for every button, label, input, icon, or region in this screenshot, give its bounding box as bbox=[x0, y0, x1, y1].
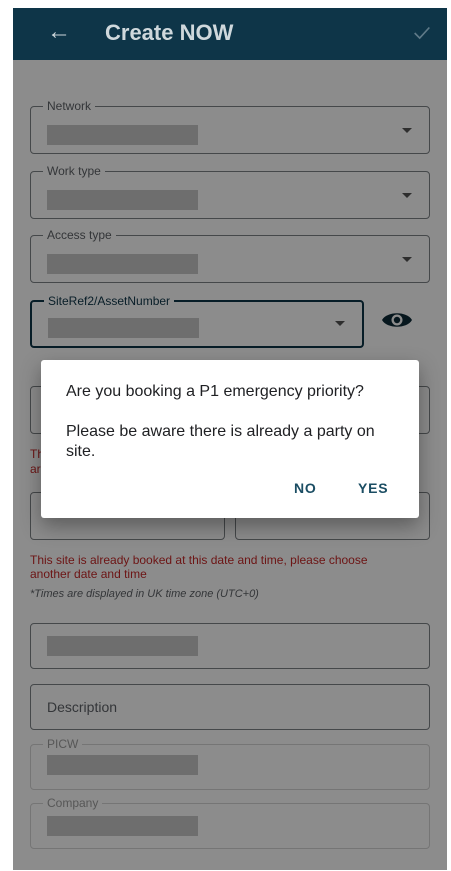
app-bar: ← Create NOW bbox=[13, 8, 447, 60]
dialog-title: Are you booking a P1 emergency priority? bbox=[66, 383, 364, 400]
yes-button[interactable]: YES bbox=[358, 480, 388, 496]
page-title: Create NOW bbox=[105, 20, 234, 45]
p1-emergency-dialog: Are you booking a P1 emergency priority?… bbox=[41, 360, 419, 518]
check-icon[interactable] bbox=[411, 22, 433, 44]
no-button[interactable]: NO bbox=[294, 480, 317, 496]
back-arrow-icon[interactable]: ← bbox=[47, 20, 71, 44]
dialog-message: Please be aware there is already a party… bbox=[66, 423, 375, 460]
app-screen: ← Create NOW Network Work type Access ty… bbox=[13, 8, 447, 870]
